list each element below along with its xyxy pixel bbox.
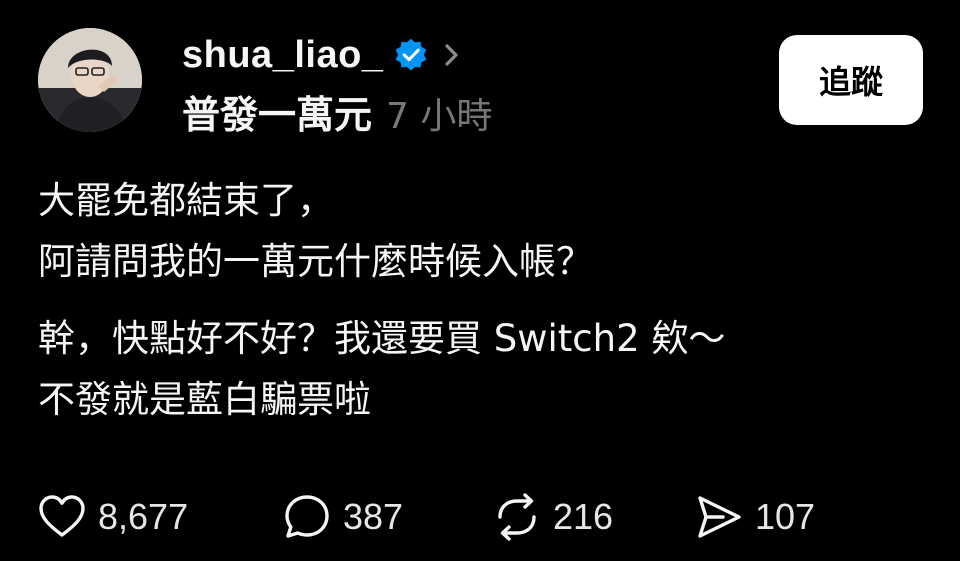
follow-button[interactable]: 追蹤 bbox=[779, 35, 923, 125]
share-count: 107 bbox=[755, 496, 816, 537]
verified-badge-icon bbox=[396, 38, 427, 71]
share-button[interactable]: 107 bbox=[693, 491, 853, 543]
like-button[interactable]: 8,677 bbox=[36, 491, 281, 543]
heart-icon bbox=[39, 495, 85, 537]
comment-bubble-icon bbox=[285, 495, 329, 538]
like-count: 8,677 bbox=[98, 496, 189, 537]
username[interactable]: shua_liao_ bbox=[182, 34, 383, 77]
action-bar: 8,677 387 216 107 bbox=[36, 490, 853, 544]
post-paragraph-2: 幹，快點好不好？我還要買 Switch2 欸～ 不發就是藍白騙票啦 bbox=[38, 317, 726, 421]
topic-tag[interactable]: 普發一萬元 bbox=[182, 84, 372, 139]
username-row[interactable]: shua_liao_ bbox=[182, 32, 463, 78]
avatar-photo bbox=[38, 28, 142, 132]
avatar[interactable] bbox=[38, 28, 142, 132]
post-paragraph-1: 大罷免都結束了， 阿請問我的一萬元什麼時候入帳？ bbox=[38, 179, 593, 283]
comment-count: 387 bbox=[343, 496, 404, 537]
post-text: 大罷免都結束了， 阿請問我的一萬元什麼時候入帳？ 幹，快點好不好？我還要買 Sw… bbox=[38, 170, 918, 430]
comment-button[interactable]: 387 bbox=[281, 491, 491, 543]
repost-icon bbox=[498, 493, 536, 541]
repost-button[interactable]: 216 bbox=[491, 491, 693, 543]
send-icon bbox=[698, 496, 741, 538]
post-time: 7 小時 bbox=[386, 96, 493, 137]
chevron-right-icon[interactable] bbox=[441, 40, 463, 70]
repost-count: 216 bbox=[553, 496, 614, 537]
topic-row: 普發一萬元 7 小時 bbox=[182, 84, 492, 137]
